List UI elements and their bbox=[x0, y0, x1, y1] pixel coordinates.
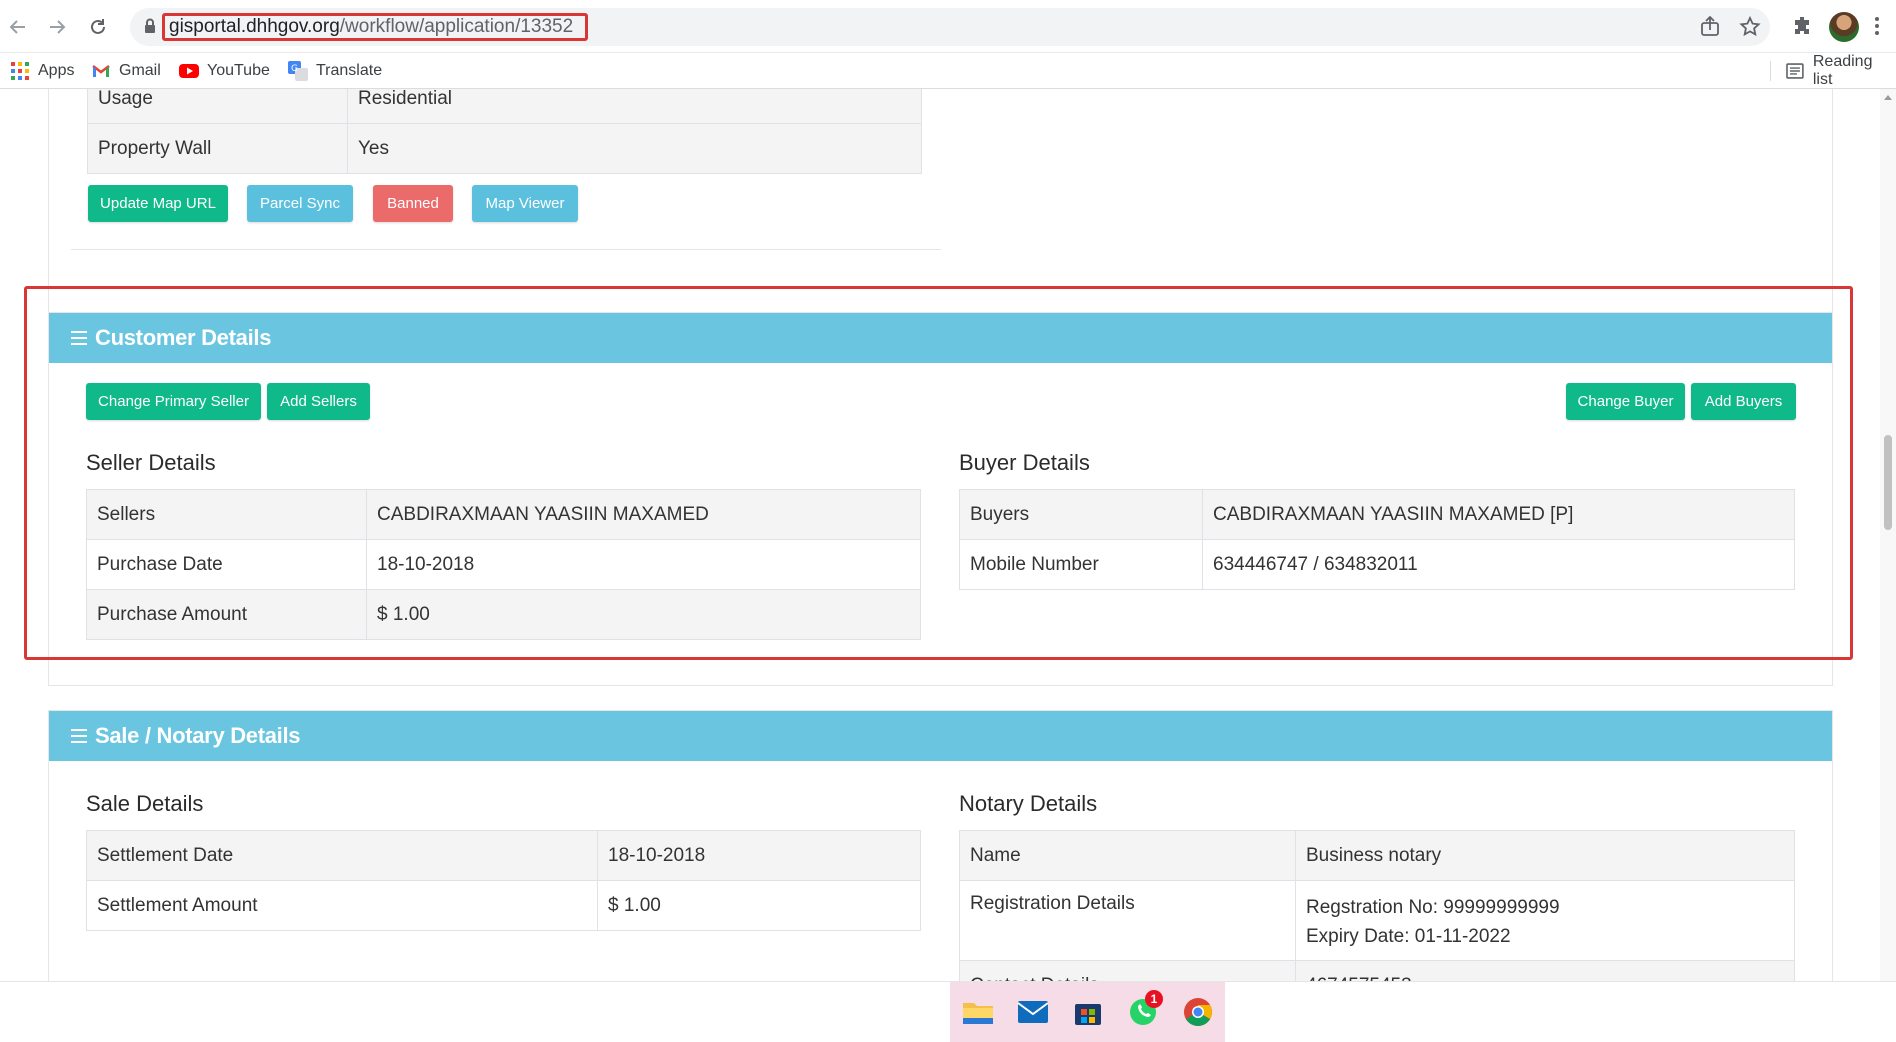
table-row: Property Wall Yes bbox=[87, 123, 922, 174]
notary-label: Name bbox=[959, 830, 1296, 881]
update-map-url-button[interactable]: Update Map URL bbox=[88, 185, 228, 222]
mail-icon[interactable] bbox=[1015, 994, 1051, 1030]
bookmarks-bar: Apps Gmail YouTube G Translate Reading l… bbox=[0, 53, 1896, 89]
notary-value: Regstration No: 99999999999 Expiry Date:… bbox=[1295, 880, 1795, 961]
file-explorer-icon[interactable] bbox=[960, 994, 996, 1030]
list-icon bbox=[71, 729, 87, 743]
star-icon[interactable] bbox=[1738, 15, 1762, 39]
bookmark-translate[interactable]: G Translate bbox=[288, 53, 382, 89]
sale-notary-card: Sale / Notary Details Sale Details Settl… bbox=[48, 710, 1833, 981]
profile-avatar[interactable] bbox=[1829, 12, 1859, 42]
reading-list[interactable]: Reading list bbox=[1785, 53, 1896, 89]
notary-value: Business notary bbox=[1295, 830, 1795, 881]
page-viewport: Usage Residential Property Wall Yes Upda… bbox=[0, 89, 1896, 981]
scrollbar-thumb[interactable] bbox=[1884, 435, 1892, 530]
scrollbar[interactable] bbox=[1880, 89, 1896, 981]
svg-text:G: G bbox=[291, 64, 298, 74]
registration-number: Regstration No: 99999999999 bbox=[1306, 897, 1560, 918]
forward-icon[interactable] bbox=[42, 12, 72, 42]
table-row: Settlement Amount $ 1.00 bbox=[86, 880, 921, 931]
property-table: Usage Residential Property Wall Yes bbox=[87, 89, 922, 174]
highlight-box bbox=[24, 286, 1853, 660]
gmail-icon bbox=[92, 65, 110, 77]
card-title: Sale / Notary Details bbox=[95, 723, 301, 748]
notary-table: Name Business notary Registration Detail… bbox=[959, 830, 1795, 981]
notary-label: Contact Details bbox=[959, 960, 1296, 981]
apps-grid-icon bbox=[11, 62, 29, 80]
scroll-up-icon[interactable] bbox=[1884, 95, 1892, 100]
bookmark-label: Gmail bbox=[119, 62, 161, 79]
sale-label: Settlement Amount bbox=[86, 880, 598, 931]
bookmark-label: YouTube bbox=[207, 62, 270, 79]
table-row: Name Business notary bbox=[959, 830, 1795, 881]
browser-toolbar: gisportal.dhhgov.org/workflow/applicatio… bbox=[0, 0, 1896, 53]
property-label: Usage bbox=[87, 89, 348, 124]
taskbar: 1 bbox=[0, 981, 1896, 1042]
notary-label: Registration Details bbox=[959, 880, 1296, 961]
bookmark-youtube[interactable]: YouTube bbox=[179, 53, 270, 89]
url-text[interactable]: gisportal.dhhgov.org/workflow/applicatio… bbox=[162, 13, 589, 41]
bookmark-label: Apps bbox=[38, 62, 75, 79]
table-row: Registration Details Regstration No: 999… bbox=[959, 880, 1795, 961]
bookmark-apps[interactable]: Apps bbox=[10, 53, 74, 89]
taskbar-apps: 1 bbox=[950, 982, 1225, 1042]
translate-icon: G bbox=[288, 61, 308, 81]
notification-badge: 1 bbox=[1145, 990, 1163, 1008]
menu-icon[interactable] bbox=[1874, 14, 1880, 40]
notary-value: 4674575453 bbox=[1295, 960, 1795, 981]
whatsapp-icon[interactable]: 1 bbox=[1125, 990, 1163, 1030]
table-row: Contact Details 4674575453 bbox=[959, 960, 1795, 981]
table-row: Settlement Date 18-10-2018 bbox=[86, 830, 921, 881]
reading-list-label: Reading list bbox=[1812, 53, 1873, 88]
map-viewer-button[interactable]: Map Viewer bbox=[472, 185, 578, 222]
youtube-icon bbox=[179, 64, 199, 78]
lock-icon bbox=[145, 18, 155, 33]
notary-details-title: Notary Details bbox=[959, 791, 1098, 816]
property-value: Residential bbox=[347, 89, 922, 124]
url-path: /workflow/application/13352 bbox=[339, 16, 574, 37]
url-host: gisportal.dhhgov.org bbox=[169, 16, 340, 37]
parcel-sync-button[interactable]: Parcel Sync bbox=[247, 185, 353, 222]
property-label: Property Wall bbox=[87, 123, 348, 174]
banned-button[interactable]: Banned bbox=[373, 185, 453, 222]
extensions-icon[interactable] bbox=[1790, 14, 1814, 38]
sale-notary-header: Sale / Notary Details bbox=[49, 711, 1832, 761]
back-icon[interactable] bbox=[3, 12, 33, 42]
expiry-date: Expiry Date: 01-11-2022 bbox=[1306, 926, 1511, 947]
address-bar[interactable]: gisportal.dhhgov.org/workflow/applicatio… bbox=[130, 8, 1770, 46]
sale-value: 18-10-2018 bbox=[597, 830, 921, 881]
property-value: Yes bbox=[347, 123, 922, 174]
sale-table: Settlement Date 18-10-2018 Settlement Am… bbox=[86, 830, 921, 931]
sale-label: Settlement Date bbox=[86, 830, 598, 881]
bookmark-label: Translate bbox=[316, 62, 383, 79]
table-row: Usage Residential bbox=[87, 89, 922, 124]
divider bbox=[71, 249, 941, 250]
reading-list-icon bbox=[1786, 63, 1804, 79]
chrome-icon[interactable] bbox=[1180, 994, 1216, 1030]
divider bbox=[1770, 61, 1771, 81]
store-icon[interactable] bbox=[1070, 994, 1106, 1030]
sale-value: $ 1.00 bbox=[597, 880, 921, 931]
reload-icon[interactable] bbox=[83, 12, 113, 42]
share-icon[interactable] bbox=[1698, 15, 1722, 39]
bookmark-gmail[interactable]: Gmail bbox=[91, 53, 161, 89]
sale-details-title: Sale Details bbox=[86, 791, 204, 816]
